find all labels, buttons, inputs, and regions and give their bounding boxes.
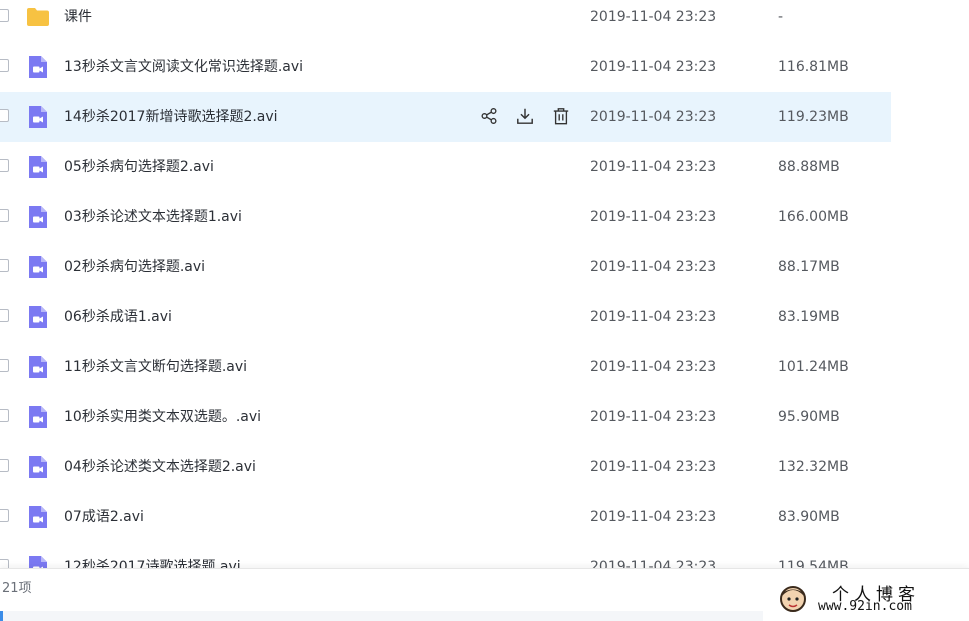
file-size: 95.90MB (778, 409, 840, 425)
file-row[interactable]: 11秒杀文言文断句选择题.avi 2019-11-04 23:23 101.24MB (0, 342, 891, 392)
file-row[interactable]: 10秒杀实用类文本双选题。.avi 2019-11-04 23:23 95.90MB (0, 392, 891, 442)
file-row[interactable]: 06秒杀成语1.avi 2019-11-04 23:23 83.19MB (0, 292, 891, 342)
video-file-icon (26, 405, 50, 429)
file-size: 132.32MB (778, 459, 849, 475)
file-size: 119.23MB (778, 109, 849, 125)
file-name[interactable]: 07成语2.avi (64, 507, 144, 527)
video-file-icon (26, 205, 50, 229)
download-icon[interactable] (514, 105, 536, 127)
file-date: 2019-11-04 23:23 (590, 359, 717, 375)
file-date: 2019-11-04 23:23 (590, 159, 717, 175)
file-size: 88.88MB (778, 159, 840, 175)
file-size: 88.17MB (778, 259, 840, 275)
folder-row[interactable]: 课件 2019-11-04 23:23 - (0, 0, 891, 42)
share-icon[interactable] (478, 105, 500, 127)
row-checkbox[interactable] (0, 259, 9, 272)
item-count: 21项 (2, 581, 32, 596)
file-date: 2019-11-04 23:23 (590, 209, 717, 225)
file-name[interactable]: 14秒杀2017新增诗歌选择题2.avi (64, 107, 278, 127)
delete-icon[interactable] (550, 105, 572, 127)
file-row[interactable]: 03秒杀论述文本选择题1.avi 2019-11-04 23:23 166.00MB (0, 192, 891, 242)
video-file-icon (26, 455, 50, 479)
file-size: - (778, 9, 784, 25)
avatar-icon (780, 586, 806, 612)
file-date: 2019-11-04 23:23 (590, 459, 717, 475)
row-checkbox[interactable] (0, 109, 9, 122)
file-row[interactable]: 14秒杀2017新增诗歌选择题2.avi 2019-11-04 23:23 119.… (0, 92, 891, 142)
row-checkbox[interactable] (0, 509, 9, 522)
row-checkbox[interactable] (0, 59, 9, 72)
file-date: 2019-11-04 23:23 (590, 409, 717, 425)
file-date: 2019-11-04 23:23 (590, 309, 717, 325)
video-file-icon (26, 255, 50, 279)
file-name[interactable]: 06秒杀成语1.avi (64, 307, 172, 327)
file-size: 83.90MB (778, 509, 840, 525)
row-checkbox[interactable] (0, 359, 9, 372)
file-row[interactable]: 02秒杀病句选择题.avi 2019-11-04 23:23 88.17MB (0, 242, 891, 292)
file-size: 83.19MB (778, 309, 840, 325)
file-name[interactable]: 05秒杀病句选择题2.avi (64, 157, 214, 177)
file-row[interactable]: 07成语2.avi 2019-11-04 23:23 83.90MB (0, 492, 891, 542)
watermark-logo: 个人博客 www.92in.com (772, 578, 969, 621)
row-checkbox[interactable] (0, 9, 9, 22)
file-size: 166.00MB (778, 209, 849, 225)
file-row[interactable]: 13秒杀文言文阅读文化常识选择题.avi 2019-11-04 23:23 116.… (0, 42, 891, 92)
video-file-icon (26, 305, 50, 329)
file-date: 2019-11-04 23:23 (590, 509, 717, 525)
file-browser: 课件 2019-11-04 23:23 - 13秒杀文言文阅读文化常识选择题.avi 2… (0, 0, 969, 621)
file-name[interactable]: 10秒杀实用类文本双选题。.avi (64, 407, 261, 427)
file-name[interactable]: 03秒杀论述文本选择题1.avi (64, 207, 242, 227)
footer-strip (0, 611, 763, 621)
video-file-icon (26, 505, 50, 529)
file-row[interactable]: 05秒杀病句选择题2.avi 2019-11-04 23:23 88.88MB (0, 142, 891, 192)
video-file-icon (26, 355, 50, 379)
row-checkbox[interactable] (0, 409, 9, 422)
watermark-url: www.92in.com (818, 599, 912, 614)
row-actions (478, 105, 572, 127)
file-name[interactable]: 11秒杀文言文断句选择题.avi (64, 357, 247, 377)
row-checkbox[interactable] (0, 459, 9, 472)
folder-icon (26, 5, 50, 29)
file-name[interactable]: 02秒杀病句选择题.avi (64, 257, 205, 277)
video-file-icon (26, 55, 50, 79)
file-date: 2019-11-04 23:23 (590, 109, 717, 125)
video-file-icon (26, 105, 50, 129)
row-checkbox[interactable] (0, 209, 9, 222)
video-file-icon (26, 155, 50, 179)
file-name[interactable]: 课件 (64, 7, 92, 27)
file-list: 课件 2019-11-04 23:23 - 13秒杀文言文阅读文化常识选择题.avi 2… (0, 0, 891, 592)
file-date: 2019-11-04 23:23 (590, 9, 717, 25)
file-date: 2019-11-04 23:23 (590, 259, 717, 275)
file-size: 101.24MB (778, 359, 849, 375)
file-row[interactable]: 04秒杀论述类文本选择题2.avi 2019-11-04 23:23 132.32M… (0, 442, 891, 492)
row-checkbox[interactable] (0, 309, 9, 322)
file-size: 116.81MB (778, 59, 849, 75)
file-date: 2019-11-04 23:23 (590, 59, 717, 75)
file-name[interactable]: 04秒杀论述类文本选择题2.avi (64, 457, 256, 477)
row-checkbox[interactable] (0, 159, 9, 172)
file-name[interactable]: 13秒杀文言文阅读文化常识选择题.avi (64, 57, 303, 77)
